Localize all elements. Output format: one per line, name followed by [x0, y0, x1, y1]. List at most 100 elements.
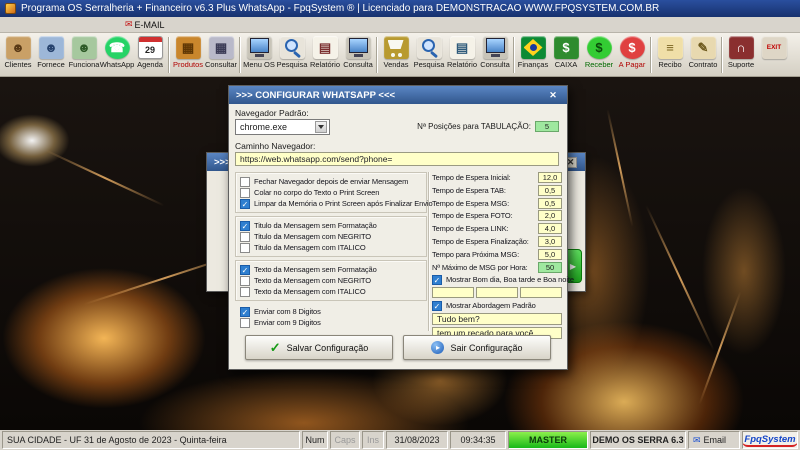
toolbar-button[interactable]: ≡ Recibo [654, 34, 686, 69]
option-row[interactable]: Titulo da Mensagem sem Formatação [240, 220, 422, 231]
toolbar-button-label: CAIXA [555, 60, 578, 69]
greeting-input[interactable] [520, 287, 562, 298]
toolbar-button[interactable]: $ CAIXA [550, 34, 582, 69]
timer-label: Tempo de Espera FOTO: [432, 211, 538, 220]
dialog-body: Navegador Padrão: chrome.exe Nª Posições… [229, 104, 567, 369]
greeting-input[interactable] [432, 287, 474, 298]
greetings-checkbox[interactable] [432, 275, 442, 285]
toolbar-button[interactable]: Menu OS [243, 34, 275, 69]
menu-item[interactable] [0, 17, 10, 33]
option-row[interactable]: Texto da Mensagem sem Formatação [240, 264, 422, 275]
menu-item[interactable] [70, 17, 80, 33]
chevron-down-icon[interactable] [315, 121, 327, 133]
menu-item[interactable] [100, 17, 110, 33]
greeting-inputs [432, 287, 562, 298]
toolbar-button[interactable]: ☻ Clientes [2, 34, 34, 69]
checkbox[interactable] [240, 221, 250, 231]
option-row[interactable]: Titulo da Mensagem com ITALICO [240, 242, 422, 253]
toolbar-button[interactable]: Vendas [380, 34, 412, 69]
toolbar-button[interactable]: EXIT [758, 34, 790, 60]
timer-value-input[interactable]: 0,5 [538, 185, 562, 196]
toolbar-button[interactable]: 29 Agenda [134, 34, 166, 69]
menu-item[interactable] [80, 17, 90, 33]
menu-item[interactable] [110, 17, 120, 33]
toolbar-button[interactable]: Finanças [517, 34, 549, 69]
checkbox[interactable] [240, 177, 250, 187]
toolbar-button[interactable]: ☎ WhatsApp [101, 34, 133, 69]
cash-register-icon: $ [554, 36, 579, 59]
menu-item[interactable] [20, 17, 30, 33]
option-row[interactable]: Titulo da Mensagem com NEGRITO [240, 231, 422, 242]
sales-cart-icon [384, 36, 409, 59]
checkbox[interactable] [240, 199, 250, 209]
app-logo-icon [5, 3, 16, 14]
spark-streak [46, 150, 165, 207]
toolbar-button[interactable]: ▤ Relatório [446, 34, 478, 69]
timer-value-input[interactable]: 4,0 [538, 223, 562, 234]
timer-value-input[interactable]: 50 [538, 262, 562, 273]
toolbar-button[interactable]: ✎ Contrato [687, 34, 719, 69]
timer-value-input[interactable]: 5,0 [538, 249, 562, 260]
checkbox[interactable] [240, 232, 250, 242]
toolbar-button[interactable]: ∩ Suporte [725, 34, 757, 69]
toolbar-button[interactable]: $ A Pagar [616, 34, 648, 69]
toolbar-button[interactable]: Pesquisa [413, 34, 445, 69]
sales-report-icon: ▤ [450, 36, 475, 59]
greetings-toggle[interactable]: Mostrar Bom dia, Boa tarde e Boa noite [432, 274, 562, 285]
toolbar-button[interactable]: $ Receber [583, 34, 615, 69]
exit-config-label: Sair Configuração [450, 343, 522, 353]
menu-item[interactable] [40, 17, 50, 33]
timer-row: Nª Máximo de MSG por Hora: 50 [432, 262, 562, 273]
menu-item[interactable] [60, 17, 70, 33]
spark-streak [699, 291, 742, 404]
toolbar-separator [721, 37, 723, 73]
checkbox[interactable] [240, 318, 250, 328]
greeting-input[interactable] [476, 287, 518, 298]
checkbox[interactable] [240, 265, 250, 275]
approach-line1-input[interactable]: Tudo bem? [432, 313, 562, 325]
toolbar-button[interactable]: ▦ Produtos [172, 34, 204, 69]
save-config-button[interactable]: ✓ Salvar Configuração [245, 335, 393, 360]
menu-item[interactable] [50, 17, 60, 33]
option-row[interactable]: Enviar com 9 Digitos [240, 317, 422, 328]
checkbox[interactable] [240, 287, 250, 297]
toolbar-button[interactable]: ▦ Consultar [205, 34, 237, 69]
menu-item-email[interactable]: ✉ E-MAIL [120, 17, 170, 33]
option-row[interactable]: Colar no corpo do Texto o Print Screen [240, 187, 422, 198]
toolbar-separator [168, 37, 170, 73]
status-insert: Ins [362, 431, 384, 449]
toolbar-button[interactable]: ☻ Fornece [35, 34, 67, 69]
toolbar-button[interactable]: Pesquisa [276, 34, 308, 69]
checkbox[interactable] [240, 276, 250, 286]
approach-checkbox[interactable] [432, 301, 442, 311]
tabulation-input[interactable]: 5 [535, 121, 559, 132]
browser-select[interactable]: chrome.exe [235, 119, 330, 135]
sales-search-icon [417, 36, 442, 59]
exit-config-button[interactable]: ▸ Sair Configuração [403, 335, 551, 360]
toolbar-button[interactable]: Consulta [479, 34, 511, 69]
option-row[interactable]: Enviar com 8 Digitos [240, 306, 422, 317]
menu-item[interactable] [90, 17, 100, 33]
option-row[interactable]: Texto da Mensagem com NEGRITO [240, 275, 422, 286]
approach-toggle[interactable]: Mostrar Abordagem Padrão [432, 300, 562, 311]
whatsapp-icon: ☎ [105, 36, 130, 59]
option-row[interactable]: Fechar Navegador depois de enviar Mensag… [240, 176, 422, 187]
option-row[interactable]: Texto da Mensagem com ITALICO [240, 286, 422, 297]
status-email-button[interactable]: ✉ Email [688, 431, 740, 449]
checkbox[interactable] [240, 307, 250, 317]
checkbox[interactable] [240, 188, 250, 198]
dialog-close-button[interactable]: ✕ [546, 89, 560, 101]
option-row[interactable]: Limpar da Memória o Print Screen após Fi… [240, 198, 422, 209]
timer-value-input[interactable]: 3,0 [538, 236, 562, 247]
menu-item[interactable] [30, 17, 40, 33]
timer-value-input[interactable]: 2,0 [538, 210, 562, 221]
toolbar-button[interactable]: ☻ Funciona [68, 34, 100, 69]
timer-value-input[interactable]: 0,5 [538, 198, 562, 209]
checkbox-label: Texto da Mensagem sem Formatação [254, 265, 377, 274]
browser-path-input[interactable]: https://web.whatsapp.com/send?phone= [235, 152, 559, 166]
checkbox[interactable] [240, 243, 250, 253]
toolbar-button[interactable]: Consulta [342, 34, 374, 69]
menu-item[interactable] [10, 17, 20, 33]
toolbar-button[interactable]: ▤ Relatório [309, 34, 341, 69]
timer-value-input[interactable]: 12,0 [538, 172, 562, 183]
